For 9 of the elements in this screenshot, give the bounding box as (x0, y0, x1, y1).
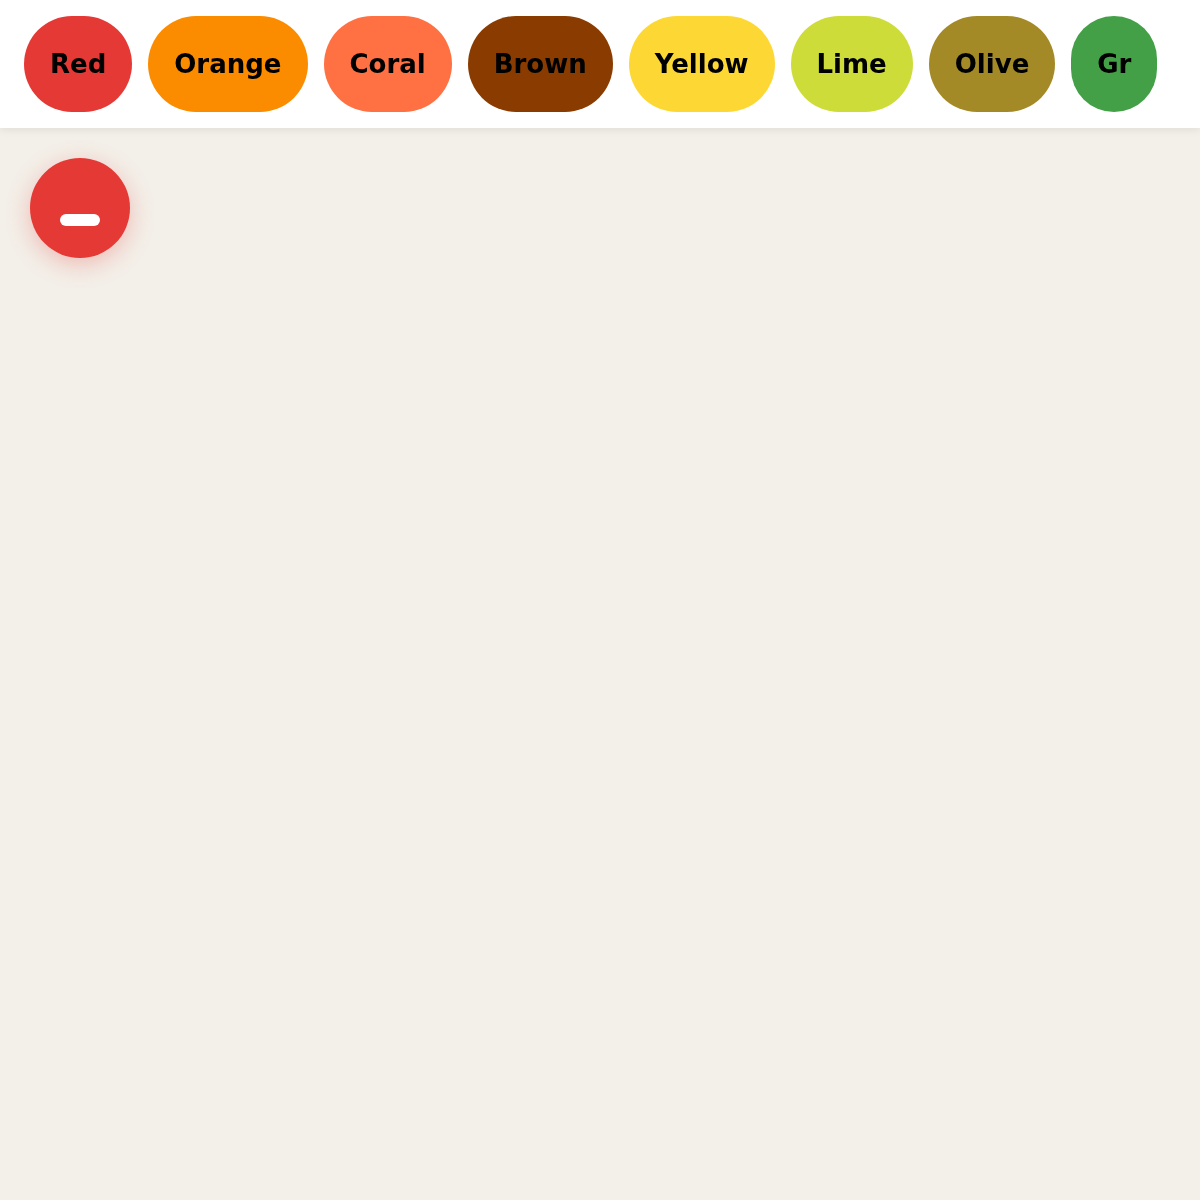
remove-button[interactable] (30, 158, 130, 258)
color-chip[interactable]: Lime (790, 16, 913, 112)
color-chip[interactable]: Yellow (628, 16, 775, 112)
color-chip[interactable]: Coral (323, 16, 452, 112)
color-chip[interactable]: Red (24, 16, 133, 112)
color-chip[interactable]: Olive (928, 16, 1056, 112)
minus-icon (60, 213, 100, 226)
color-chip[interactable]: Gr (1071, 16, 1158, 112)
color-chip[interactable]: Orange (148, 16, 308, 112)
